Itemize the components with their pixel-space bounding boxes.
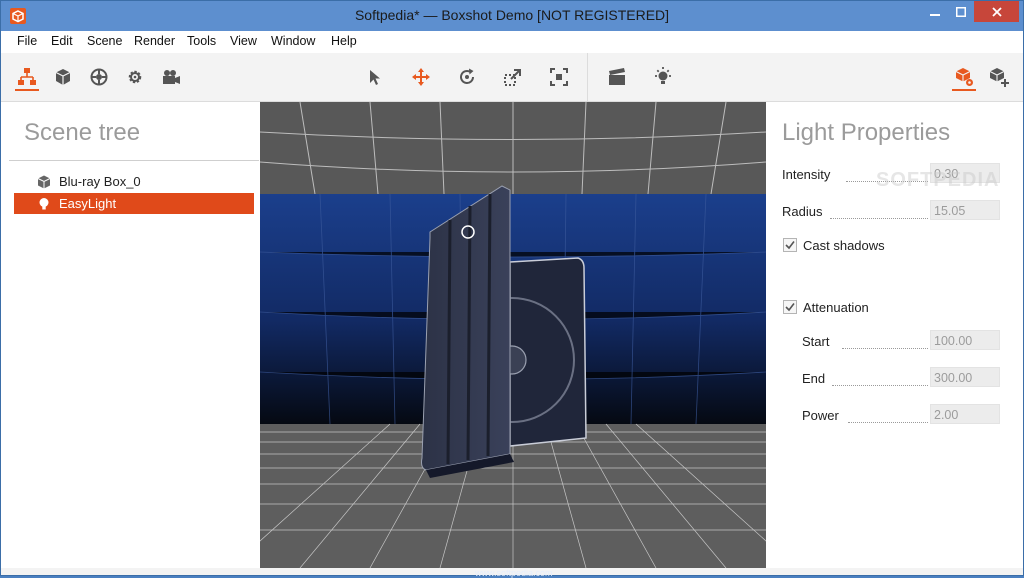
clapperboard-icon[interactable] xyxy=(605,65,629,89)
box-object-icon[interactable] xyxy=(51,65,75,89)
menu-scene[interactable]: Scene xyxy=(87,34,122,48)
light-properties-title: Light Properties xyxy=(782,119,951,146)
radius-label: Radius xyxy=(782,204,823,219)
cast-shadows-checkbox[interactable] xyxy=(783,238,797,252)
radius-leader xyxy=(830,217,928,219)
settings-gear-icon[interactable] xyxy=(123,65,147,89)
maximize-icon xyxy=(956,6,966,17)
window-title: Softpedia* — Boxshot Demo [NOT REGISTERE… xyxy=(354,7,670,23)
tree-item-label: EasyLight xyxy=(59,196,117,211)
attenuation-label: Attenuation xyxy=(803,300,869,315)
menu-window[interactable]: Window xyxy=(271,34,315,48)
close-button[interactable] xyxy=(974,1,1019,22)
add-object-icon[interactable] xyxy=(987,65,1011,89)
start-leader xyxy=(842,347,928,349)
tree-item-label: Blu-ray Box_0 xyxy=(59,174,141,189)
menu-bar: File Edit Scene Render Tools View Window… xyxy=(1,31,1023,53)
power-label: Power xyxy=(802,408,839,423)
fit-view-icon[interactable] xyxy=(547,65,571,89)
main-toolbar xyxy=(1,53,1023,102)
power-field[interactable]: 2.00 xyxy=(930,404,1000,424)
viewport-render[interactable] xyxy=(260,102,766,568)
box-object-icon xyxy=(36,174,52,190)
start-field[interactable]: 100.00 xyxy=(930,330,1000,350)
end-leader xyxy=(832,384,928,386)
intensity-label: Intensity xyxy=(782,167,831,182)
app-window: Softpedia* — Boxshot Demo [NOT REGISTERE… xyxy=(0,0,1024,576)
menu-render[interactable]: Render xyxy=(134,34,175,48)
maximize-button[interactable] xyxy=(948,1,974,22)
rotate-icon[interactable] xyxy=(455,65,479,89)
footer-watermark: www.softpedia.com xyxy=(475,568,553,578)
scene-settings-icon[interactable] xyxy=(952,65,976,91)
menu-help[interactable]: Help xyxy=(331,34,357,48)
end-label: End xyxy=(802,371,826,386)
end-field[interactable]: 300.00 xyxy=(930,367,1000,387)
close-icon xyxy=(991,6,1002,17)
attenuation-checkbox[interactable] xyxy=(783,300,797,314)
checkmark-icon xyxy=(785,303,795,312)
menu-tools[interactable]: Tools xyxy=(187,34,216,48)
3d-viewport[interactable] xyxy=(260,102,766,568)
toolbar-separator xyxy=(587,53,588,101)
title-bar[interactable]: Softpedia* — Boxshot Demo [NOT REGISTERE… xyxy=(1,1,1023,31)
radius-field[interactable]: 15.05 xyxy=(930,200,1000,220)
scale-icon[interactable] xyxy=(501,65,525,89)
minimize-button[interactable] xyxy=(922,1,948,22)
start-label: Start xyxy=(802,334,830,349)
power-leader xyxy=(848,421,928,423)
materials-icon[interactable] xyxy=(87,65,111,89)
menu-view[interactable]: View xyxy=(230,34,257,48)
light-bulb-icon[interactable] xyxy=(651,65,675,89)
softpedia-watermark: SOFTPEDIA xyxy=(876,169,1000,191)
select-arrow-icon[interactable] xyxy=(363,65,387,89)
checkmark-icon xyxy=(785,241,795,250)
tree-item-easylight[interactable]: EasyLight xyxy=(14,193,254,214)
cast-shadows-label: Cast shadows xyxy=(803,238,885,253)
tree-item-blu-ray-box[interactable]: Blu-ray Box_0 xyxy=(14,171,254,192)
move-icon[interactable] xyxy=(409,65,433,89)
scene-tree-title: Scene tree xyxy=(24,119,141,146)
scene-tree-panel: Scene tree Blu-ray Box_0 EasyLight xyxy=(1,102,260,568)
menu-edit[interactable]: Edit xyxy=(51,34,73,48)
camera-icon[interactable] xyxy=(159,65,183,89)
scene-tree-divider xyxy=(9,160,259,161)
menu-file[interactable]: File xyxy=(17,34,37,48)
light-bulb-icon xyxy=(36,196,52,212)
scene-tree-icon[interactable] xyxy=(15,65,39,91)
minimize-icon xyxy=(930,13,940,16)
